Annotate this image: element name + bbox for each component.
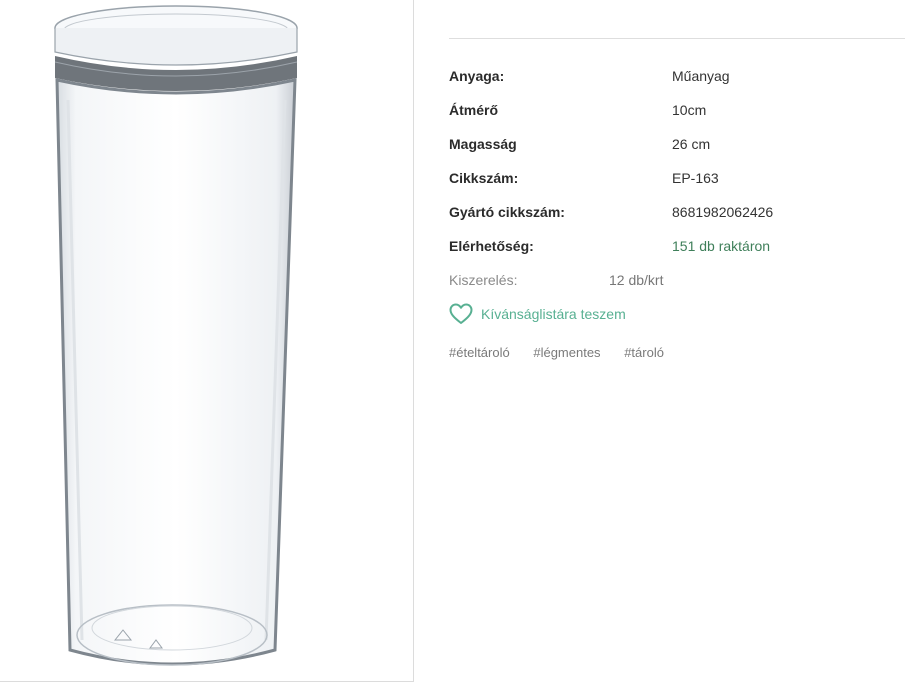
spec-label: Gyártó cikkszám: <box>449 204 565 220</box>
tag-list: #ételtároló #légmentes #tároló <box>449 345 684 360</box>
packaging-label: Kiszerelés: <box>449 272 518 288</box>
tag-link[interactable]: #ételtároló <box>449 345 510 360</box>
availability-status: 151 db raktáron <box>672 238 771 254</box>
product-image-panel[interactable] <box>0 0 414 682</box>
spec-row-material: Anyaga: Műanyag <box>449 66 905 86</box>
spec-label: Elérhetőség: <box>449 238 534 254</box>
spec-label: Anyaga: <box>449 68 505 84</box>
divider <box>449 38 905 39</box>
spec-value: 26 cm <box>672 136 711 152</box>
spec-row-diameter: Átmérő 10cm <box>449 100 905 120</box>
packaging-row: Kiszerelés: 12 db/krt <box>449 270 905 290</box>
product-image <box>54 5 298 666</box>
add-to-wishlist-button[interactable]: Kívánságlistára teszem <box>449 302 626 326</box>
packaging-value: 12 db/krt <box>609 272 664 288</box>
spec-value: Műanyag <box>672 68 730 84</box>
tag-link[interactable]: #tároló <box>624 345 664 360</box>
spec-label: Cikkszám: <box>449 170 519 186</box>
spec-value: EP-163 <box>672 170 719 186</box>
spec-row-height: Magasság 26 cm <box>449 134 905 154</box>
spec-value: 8681982062426 <box>672 204 774 220</box>
heart-icon <box>449 303 473 324</box>
spec-label: Magasság <box>449 136 517 152</box>
spec-row-sku: Cikkszám: EP-163 <box>449 168 905 188</box>
spec-row-manufacturer-sku: Gyártó cikkszám: 8681982062426 <box>449 202 905 222</box>
product-details: Anyaga: Műanyag Átmérő 10cm Magasság 26 … <box>449 0 905 691</box>
spec-row-availability: Elérhetőség: 151 db raktáron <box>449 236 905 256</box>
wishlist-label: Kívánságlistára teszem <box>481 306 626 322</box>
spec-label: Átmérő <box>449 102 499 118</box>
spec-value: 10cm <box>672 102 707 118</box>
tag-link[interactable]: #légmentes <box>533 345 600 360</box>
